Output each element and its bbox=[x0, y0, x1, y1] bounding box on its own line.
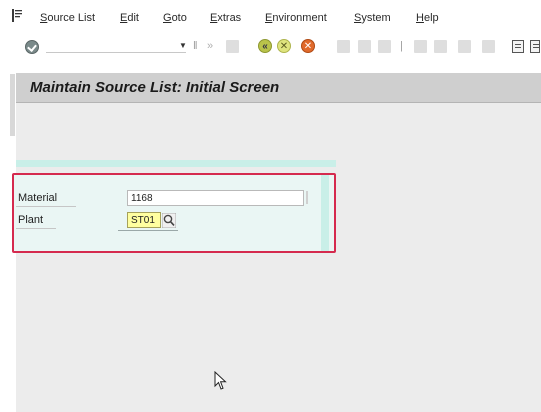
menu-system[interactable]: System bbox=[354, 12, 391, 24]
page-title: Maintain Source List: Initial Screen bbox=[30, 79, 280, 96]
find-next-icon bbox=[378, 40, 391, 53]
material-input-edge bbox=[306, 191, 308, 204]
last-page-icon bbox=[482, 40, 495, 53]
form-header-strip bbox=[16, 160, 336, 167]
help-icon[interactable] bbox=[530, 40, 540, 53]
separator-icon: | bbox=[400, 40, 403, 52]
save-icon[interactable] bbox=[226, 40, 239, 53]
menu-environment[interactable]: Environment bbox=[265, 12, 327, 24]
plant-input[interactable] bbox=[127, 212, 161, 228]
print-icon bbox=[337, 40, 350, 53]
title-left-marker bbox=[10, 74, 15, 136]
menu-list-icon[interactable] bbox=[12, 9, 23, 22]
material-label: Material bbox=[18, 192, 58, 204]
search-help-icon[interactable] bbox=[162, 213, 176, 228]
material-input[interactable] bbox=[127, 190, 304, 206]
plant-field-underline bbox=[118, 230, 178, 231]
form-right-strip bbox=[321, 175, 329, 251]
plant-label-underline bbox=[16, 228, 56, 229]
history-icon[interactable]: » bbox=[207, 40, 213, 52]
separator-icon: ‖ bbox=[193, 40, 198, 52]
find-icon bbox=[358, 40, 371, 53]
next-page-icon bbox=[458, 40, 471, 53]
back-icon[interactable]: « bbox=[258, 39, 272, 53]
ok-icon[interactable] bbox=[25, 40, 39, 54]
dropdown-icon[interactable]: ▼ bbox=[178, 40, 188, 52]
menu-extras[interactable]: Extras bbox=[210, 12, 241, 24]
command-field[interactable] bbox=[46, 40, 186, 53]
material-label-underline bbox=[16, 206, 76, 207]
first-page-icon bbox=[414, 40, 427, 53]
cancel-icon[interactable]: ✕ bbox=[301, 39, 315, 53]
previous-page-icon bbox=[434, 40, 447, 53]
menu-help[interactable]: Help bbox=[416, 12, 439, 24]
menu-edit[interactable]: Edit bbox=[120, 12, 139, 24]
menu-goto[interactable]: Goto bbox=[163, 12, 187, 24]
menu-source-list[interactable]: Source List bbox=[40, 12, 95, 24]
exit-icon[interactable]: ✕ bbox=[277, 39, 291, 53]
plant-label: Plant bbox=[18, 214, 44, 226]
layout-icon[interactable] bbox=[512, 40, 524, 53]
mouse-cursor-icon bbox=[214, 371, 227, 390]
